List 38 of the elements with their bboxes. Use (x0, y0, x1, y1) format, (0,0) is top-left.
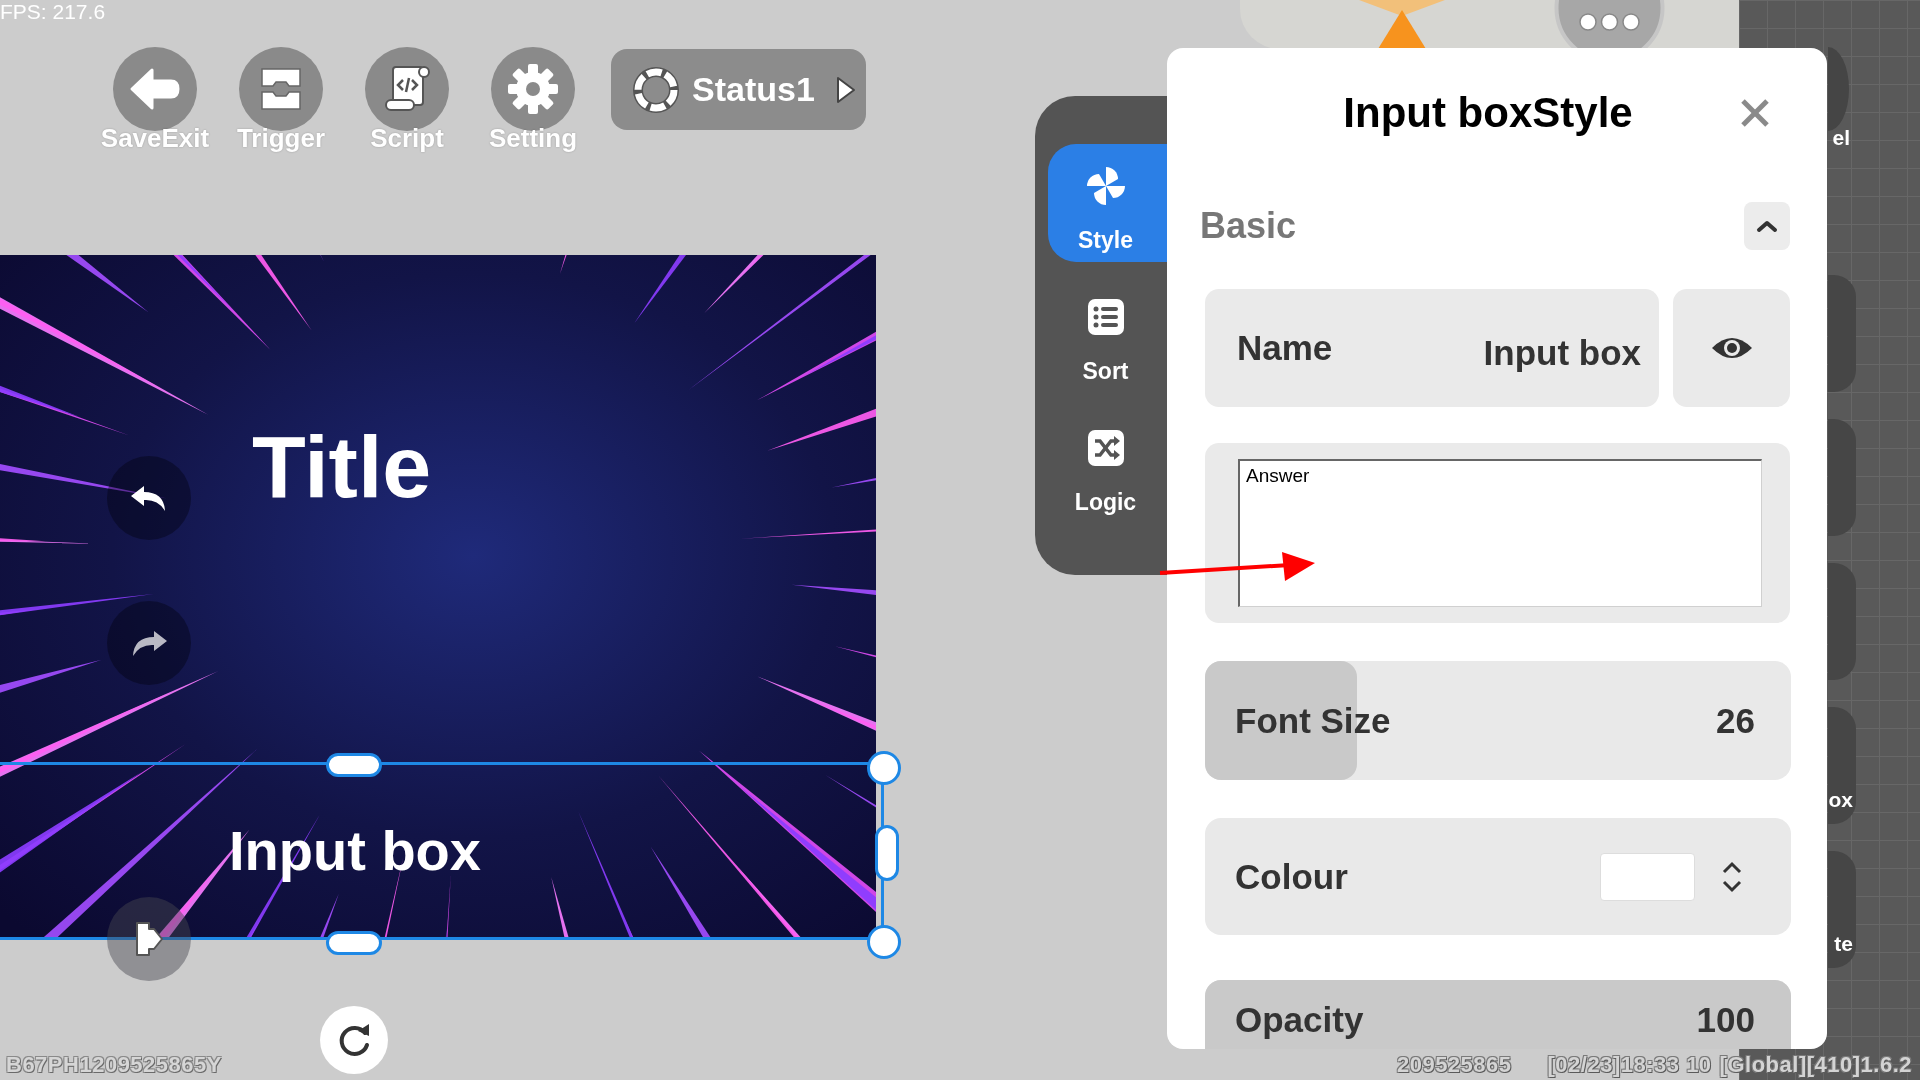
more-icon[interactable] (1553, 0, 1666, 49)
play-icon (834, 74, 857, 105)
section-title: Basic (1200, 205, 1297, 247)
side-tab[interactable]: Logic (1048, 406, 1167, 524)
close-button[interactable] (1739, 97, 1771, 129)
slider-value: 100 (1696, 1000, 1755, 1040)
status-text: [02/23]18:33 10 (1547, 1052, 1712, 1078)
chevron-up-icon (1756, 219, 1778, 233)
slider-label: Opacity (1235, 1000, 1364, 1040)
slider-label: Font Size (1235, 700, 1391, 741)
name-field[interactable]: Name Input box (1205, 289, 1659, 407)
opacity-slider[interactable]: Opacity 100 (1205, 980, 1791, 1049)
font-size-slider[interactable]: Font Size 26 (1205, 661, 1791, 780)
corner-handle[interactable] (867, 925, 901, 959)
side-tab[interactable]: Sort (1048, 275, 1167, 393)
ring-icon (632, 65, 680, 114)
resize-handle[interactable] (326, 753, 382, 777)
canvas-title: Title (252, 417, 432, 517)
device-id: B67PH1209525865Y (5, 1052, 222, 1078)
visibility-button[interactable] (1673, 289, 1790, 407)
hourglass-icon (1359, 0, 1445, 49)
field-value: Input box (1483, 333, 1641, 373)
close-icon (1739, 97, 1771, 129)
corner-handle[interactable] (867, 751, 901, 785)
status-text: 209525865 (1396, 1052, 1512, 1078)
rail-button[interactable]: te (1828, 851, 1856, 968)
rail-label: el (1832, 125, 1850, 151)
panel-title: Input boxStyle (1343, 88, 1633, 138)
resize-handle[interactable] (326, 931, 382, 955)
answer-box[interactable]: Answer (1238, 459, 1762, 607)
colour-swatch[interactable] (1600, 852, 1695, 901)
collapse-button[interactable] (1744, 202, 1790, 250)
rail-button[interactable]: ox (1828, 707, 1856, 824)
field-label: Name (1237, 328, 1333, 368)
slider-value: 26 (1716, 700, 1755, 741)
side-tab[interactable]: Style (1048, 144, 1167, 262)
colour-label: Colour (1235, 856, 1348, 897)
resize-handle[interactable] (875, 825, 899, 881)
